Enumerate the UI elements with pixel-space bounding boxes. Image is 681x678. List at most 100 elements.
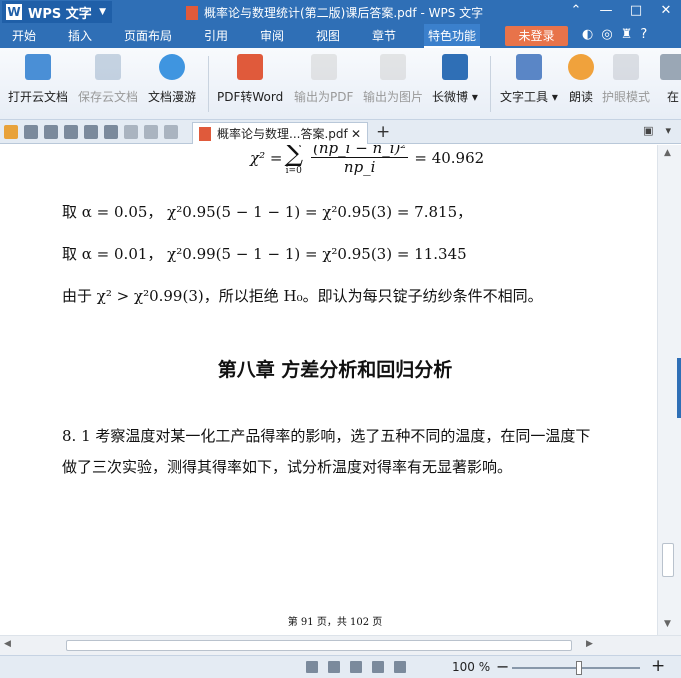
formula-fraction: (np_i − n_i)² np_i bbox=[311, 145, 409, 176]
close-button[interactable]: ✕ bbox=[651, 0, 681, 24]
app-name: WPS 文字 bbox=[28, 6, 92, 22]
fraction-numerator: (np_i − n_i)² bbox=[311, 145, 409, 158]
fraction-denominator: np_i bbox=[343, 158, 376, 176]
view-mode-icons bbox=[306, 661, 406, 673]
cloud-save-icon bbox=[95, 54, 121, 80]
shirt-icon[interactable]: ♜ bbox=[621, 27, 633, 42]
skin-icon[interactable]: ◐ bbox=[582, 27, 593, 42]
weibo-icon bbox=[441, 54, 468, 80]
text-line-alpha-005: 取 α = 0.05， χ²0.95(5 − 1 − 1) = χ²0.95(3… bbox=[62, 203, 473, 221]
zoom-out-button[interactable]: − bbox=[496, 657, 509, 676]
pdf-file-icon bbox=[199, 126, 211, 141]
chevron-down-icon: ▼ bbox=[99, 7, 106, 17]
menu-icon-group: ◐ ◎ ♜ ? bbox=[582, 27, 647, 42]
export-image-icon bbox=[380, 54, 406, 80]
print-icon[interactable] bbox=[64, 125, 78, 139]
tab-special-features[interactable]: 特色功能 bbox=[424, 24, 481, 48]
web-view-icon[interactable] bbox=[372, 661, 384, 673]
save-icon[interactable] bbox=[24, 125, 38, 139]
button-label: 输出为PDF bbox=[294, 90, 354, 104]
pdf-file-icon bbox=[186, 5, 198, 20]
chi-square-formula: χ² = ∑ i=0 (np_i − n_i)² np_i = 40.962 bbox=[250, 145, 484, 176]
scroll-down-icon[interactable]: ▼ bbox=[664, 619, 671, 629]
button-label: 文字工具 ▾ bbox=[500, 90, 558, 104]
page-view-icon[interactable] bbox=[328, 661, 340, 673]
button-label: 在 bbox=[666, 90, 679, 104]
button-label: 保存云文档 bbox=[78, 90, 139, 104]
restore-window-icon[interactable]: ▣ bbox=[643, 124, 653, 137]
document-tab[interactable]: 概率论与数理...答案.pdf ✕ bbox=[192, 122, 368, 144]
scroll-left-icon[interactable]: ◀ bbox=[4, 639, 11, 649]
fullscreen-icon[interactable] bbox=[306, 661, 318, 673]
eye-care-icon bbox=[613, 54, 639, 80]
new-tab-button[interactable]: + bbox=[376, 122, 390, 142]
format-painter-icon[interactable] bbox=[104, 125, 118, 139]
app-menu-button[interactable]: W WPS 文字 ▼ bbox=[2, 1, 112, 23]
horizontal-scroll-thumb[interactable] bbox=[66, 640, 572, 651]
tab-list-icon[interactable]: ▾ bbox=[665, 124, 671, 137]
read-aloud-button[interactable]: 朗读 bbox=[568, 54, 594, 105]
save-cloud-doc-button[interactable]: 保存云文档 bbox=[78, 54, 138, 105]
maximize-button[interactable]: □ bbox=[621, 0, 651, 24]
tab-insert[interactable]: 插入 bbox=[64, 24, 96, 48]
tab-view[interactable]: 视图 bbox=[312, 24, 344, 48]
eye-protection-icon[interactable] bbox=[394, 661, 406, 673]
document-tab-label: 概率论与数理...答案.pdf bbox=[217, 127, 348, 141]
redo-icon[interactable] bbox=[144, 125, 158, 139]
more-ribbon-button[interactable]: 在 bbox=[660, 54, 681, 105]
zoom-slider-thumb[interactable] bbox=[576, 661, 582, 675]
zoom-percentage[interactable]: 100 % bbox=[452, 660, 490, 674]
text-tools-button[interactable]: 文字工具 ▾ bbox=[500, 54, 558, 105]
export-pdf-button[interactable]: 输出为PDF bbox=[294, 54, 353, 105]
horizontal-scrollbar[interactable]: ◀ ▶ bbox=[0, 635, 681, 655]
document-page: χ² = ∑ i=0 (np_i − n_i)² np_i = 40.962 取… bbox=[0, 145, 670, 635]
cloud-roam-icon bbox=[159, 54, 185, 80]
ribbon-separator bbox=[490, 56, 491, 112]
ribbon-separator bbox=[208, 56, 209, 112]
print-preview-icon[interactable] bbox=[84, 125, 98, 139]
scroll-right-icon[interactable]: ▶ bbox=[586, 639, 593, 649]
pdf-to-word-button[interactable]: PDF转Word bbox=[217, 54, 283, 105]
doc-roaming-button[interactable]: 文档漫游 bbox=[148, 54, 196, 105]
outline-view-icon[interactable] bbox=[350, 661, 362, 673]
read-aloud-icon bbox=[568, 54, 594, 80]
text-line-alpha-001: 取 α = 0.01， χ²0.99(5 − 1 − 1) = χ²0.95(3… bbox=[62, 245, 467, 263]
tab-review[interactable]: 审阅 bbox=[256, 24, 288, 48]
button-label: 长微博 ▾ bbox=[432, 90, 478, 104]
restore-ribbon-icon[interactable]: ⌃ bbox=[561, 0, 591, 24]
undo-icon[interactable] bbox=[124, 125, 138, 139]
export-icon[interactable] bbox=[44, 125, 58, 139]
sum-symbol: ∑ bbox=[284, 145, 304, 168]
formula-lhs: χ² = bbox=[250, 148, 283, 167]
tab-strip-controls: ▣ ▾ bbox=[643, 124, 671, 137]
long-weibo-button[interactable]: 长微博 ▾ bbox=[432, 54, 478, 105]
export-pdf-icon bbox=[310, 54, 337, 80]
open-folder-icon[interactable] bbox=[4, 125, 18, 139]
help-icon[interactable]: ? bbox=[640, 27, 647, 42]
close-tab-icon[interactable]: ✕ bbox=[351, 127, 361, 141]
window-controls: ⌃ — □ ✕ bbox=[561, 0, 681, 24]
export-image-button[interactable]: 输出为图片 bbox=[363, 54, 423, 105]
login-button[interactable]: 未登录 bbox=[505, 26, 568, 46]
button-label: PDF转Word bbox=[217, 90, 284, 104]
tab-chapter[interactable]: 章节 bbox=[368, 24, 400, 48]
zoom-in-button[interactable]: + bbox=[651, 656, 665, 676]
feedback-icon[interactable]: ◎ bbox=[601, 27, 612, 42]
problem-text-line2: 做了三次实验，测得其得率如下，试分析温度对得率有无显著影响。 bbox=[62, 458, 513, 476]
title-bar: W WPS 文字 ▼ 概率论与数理统计(第二版)课后答案.pdf - WPS 文… bbox=[0, 0, 681, 24]
customize-dropdown-icon[interactable] bbox=[164, 125, 178, 139]
text-tools-icon bbox=[515, 54, 542, 80]
eye-care-button[interactable]: 护眼模式 bbox=[602, 54, 650, 105]
navigation-pane-handle[interactable] bbox=[677, 358, 681, 418]
document-title: 概率论与数理统计(第二版)课后答案.pdf - WPS 文字 bbox=[204, 6, 484, 20]
open-cloud-doc-button[interactable]: 打开云文档 bbox=[8, 54, 68, 105]
page-number-footer: 第 91 页，共 102 页 bbox=[287, 617, 383, 628]
minimize-button[interactable]: — bbox=[591, 0, 621, 24]
vertical-scroll-thumb[interactable] bbox=[662, 543, 674, 577]
tab-references[interactable]: 引用 bbox=[200, 24, 232, 48]
tab-start[interactable]: 开始 bbox=[8, 24, 40, 48]
button-label: 打开云文档 bbox=[8, 90, 69, 104]
tab-page-layout[interactable]: 页面布局 bbox=[120, 24, 176, 48]
scroll-up-icon[interactable]: ▲ bbox=[664, 148, 671, 158]
formula-result: = 40.962 bbox=[414, 148, 485, 167]
